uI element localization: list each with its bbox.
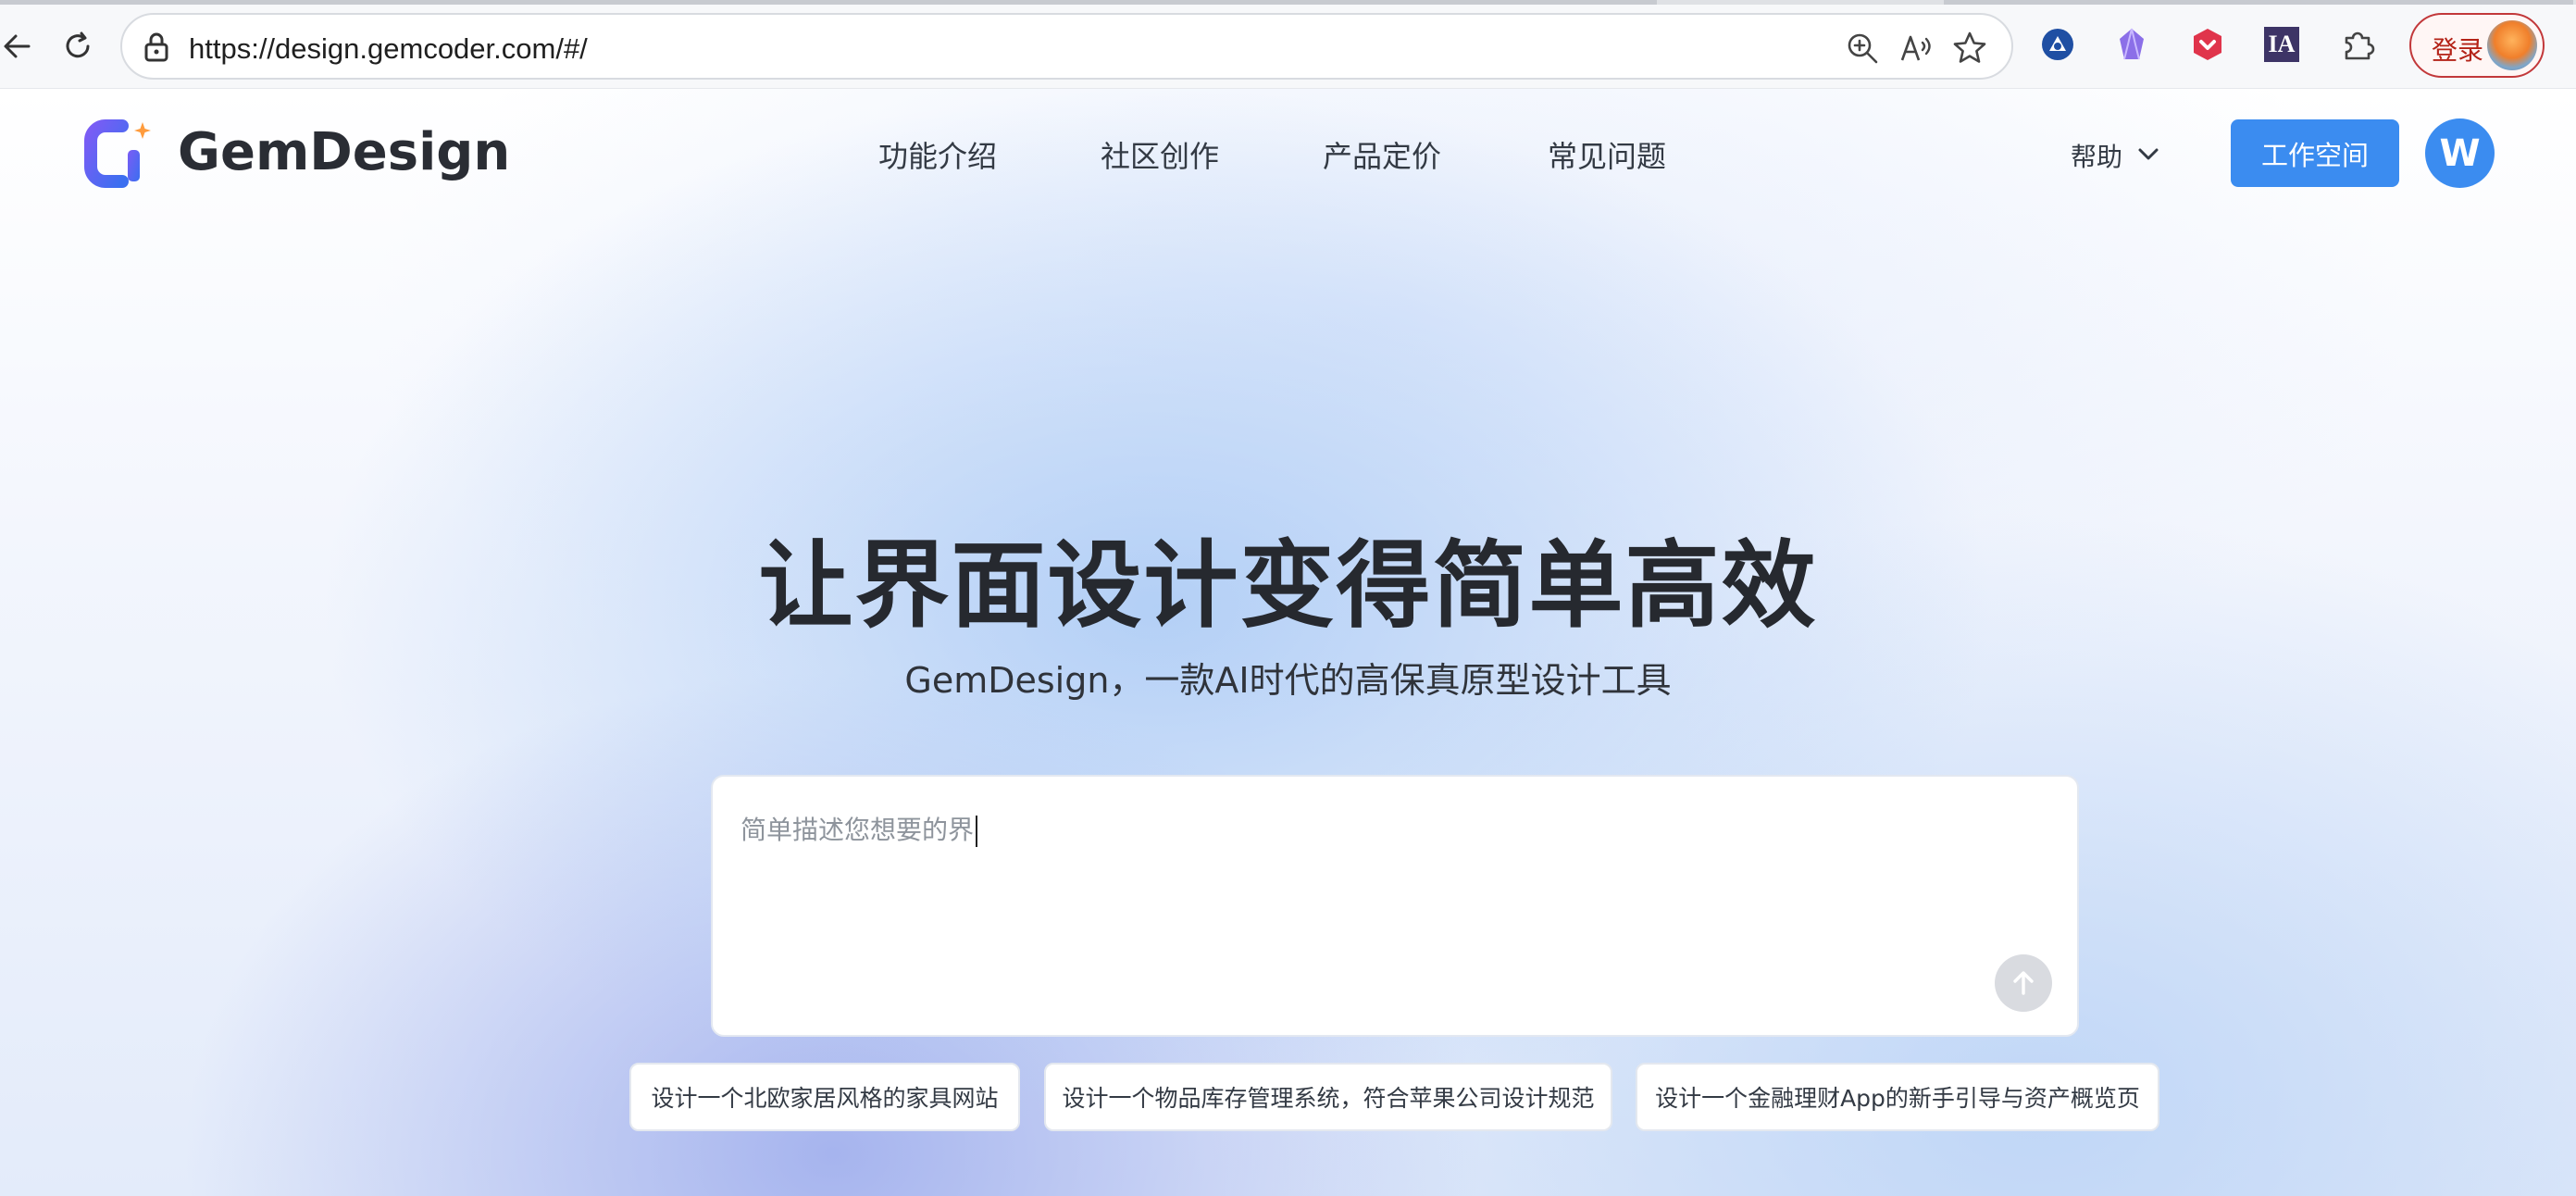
prompt-field[interactable]: 简单描述您想要的界 bbox=[740, 810, 978, 847]
login-button[interactable]: 登录 bbox=[2409, 13, 2545, 78]
purple-crystal-icon[interactable] bbox=[2109, 22, 2154, 67]
workspace-button[interactable]: 工作空间 bbox=[2231, 119, 2399, 187]
favorite-star-icon[interactable] bbox=[1951, 30, 1988, 67]
help-menu[interactable]: 帮助 bbox=[2071, 137, 2122, 174]
brand-name[interactable]: GemDesign bbox=[178, 122, 510, 182]
ia-icon[interactable]: IA bbox=[2259, 22, 2304, 67]
hero-title: 让界面设计变得简单高效 bbox=[758, 531, 1818, 642]
url-text[interactable]: https://design.gemcoder.com/#/ bbox=[189, 32, 588, 66]
suggestion-chip[interactable]: 设计一个物品库存管理系统，符合苹果公司设计规范 bbox=[1044, 1063, 1612, 1131]
puzzle-icon[interactable] bbox=[2335, 22, 2380, 67]
tab-strip bbox=[0, 0, 2576, 5]
back-arrow-icon[interactable] bbox=[0, 24, 39, 69]
suggestion-chip[interactable]: 设计一个金融理财App的新手引导与资产概览页 bbox=[1636, 1063, 2159, 1131]
prompt-value: 简单描述您想要的界 bbox=[740, 815, 975, 845]
gemdesign-logo-icon[interactable] bbox=[81, 115, 156, 189]
chevron-down-icon[interactable] bbox=[2134, 141, 2162, 168]
landing-page: GemDesign 功能介绍 社区创作 产品定价 常见问题 帮助 工作空间 W … bbox=[0, 89, 2576, 1196]
arrow-up-icon bbox=[2013, 971, 2034, 995]
suggestion-chip[interactable]: 设计一个北欧家居风格的家具网站 bbox=[629, 1063, 1020, 1131]
zoom-icon[interactable] bbox=[1844, 30, 1881, 67]
ia-label: IA bbox=[2264, 27, 2299, 62]
prompt-input[interactable]: 简单描述您想要的界 bbox=[711, 775, 2079, 1037]
nav-features[interactable]: 功能介绍 bbox=[878, 133, 997, 176]
reload-icon[interactable] bbox=[56, 24, 100, 69]
profile-avatar bbox=[2487, 20, 2537, 70]
nav-community[interactable]: 社区创作 bbox=[1101, 133, 1219, 176]
text-caret bbox=[976, 816, 978, 847]
address-bar[interactable]: https://design.gemcoder.com/#/ bbox=[120, 13, 2013, 80]
blue-circle-icon[interactable] bbox=[2035, 22, 2080, 67]
read-aloud-icon[interactable] bbox=[1898, 30, 1935, 67]
nav-faq[interactable]: 常见问题 bbox=[1548, 133, 1666, 176]
login-label: 登录 bbox=[2432, 35, 2484, 66]
red-shield-icon[interactable] bbox=[2185, 22, 2230, 67]
nav-pricing[interactable]: 产品定价 bbox=[1323, 133, 1441, 176]
send-button[interactable] bbox=[1995, 954, 2052, 1012]
lock-icon[interactable] bbox=[139, 30, 174, 65]
user-avatar[interactable]: W bbox=[2425, 118, 2495, 188]
browser-toolbar: https://design.gemcoder.com/#/ IA 登录 bbox=[0, 0, 2576, 89]
hero-subtitle: GemDesign，一款AI时代的高保真原型设计工具 bbox=[904, 660, 1672, 701]
